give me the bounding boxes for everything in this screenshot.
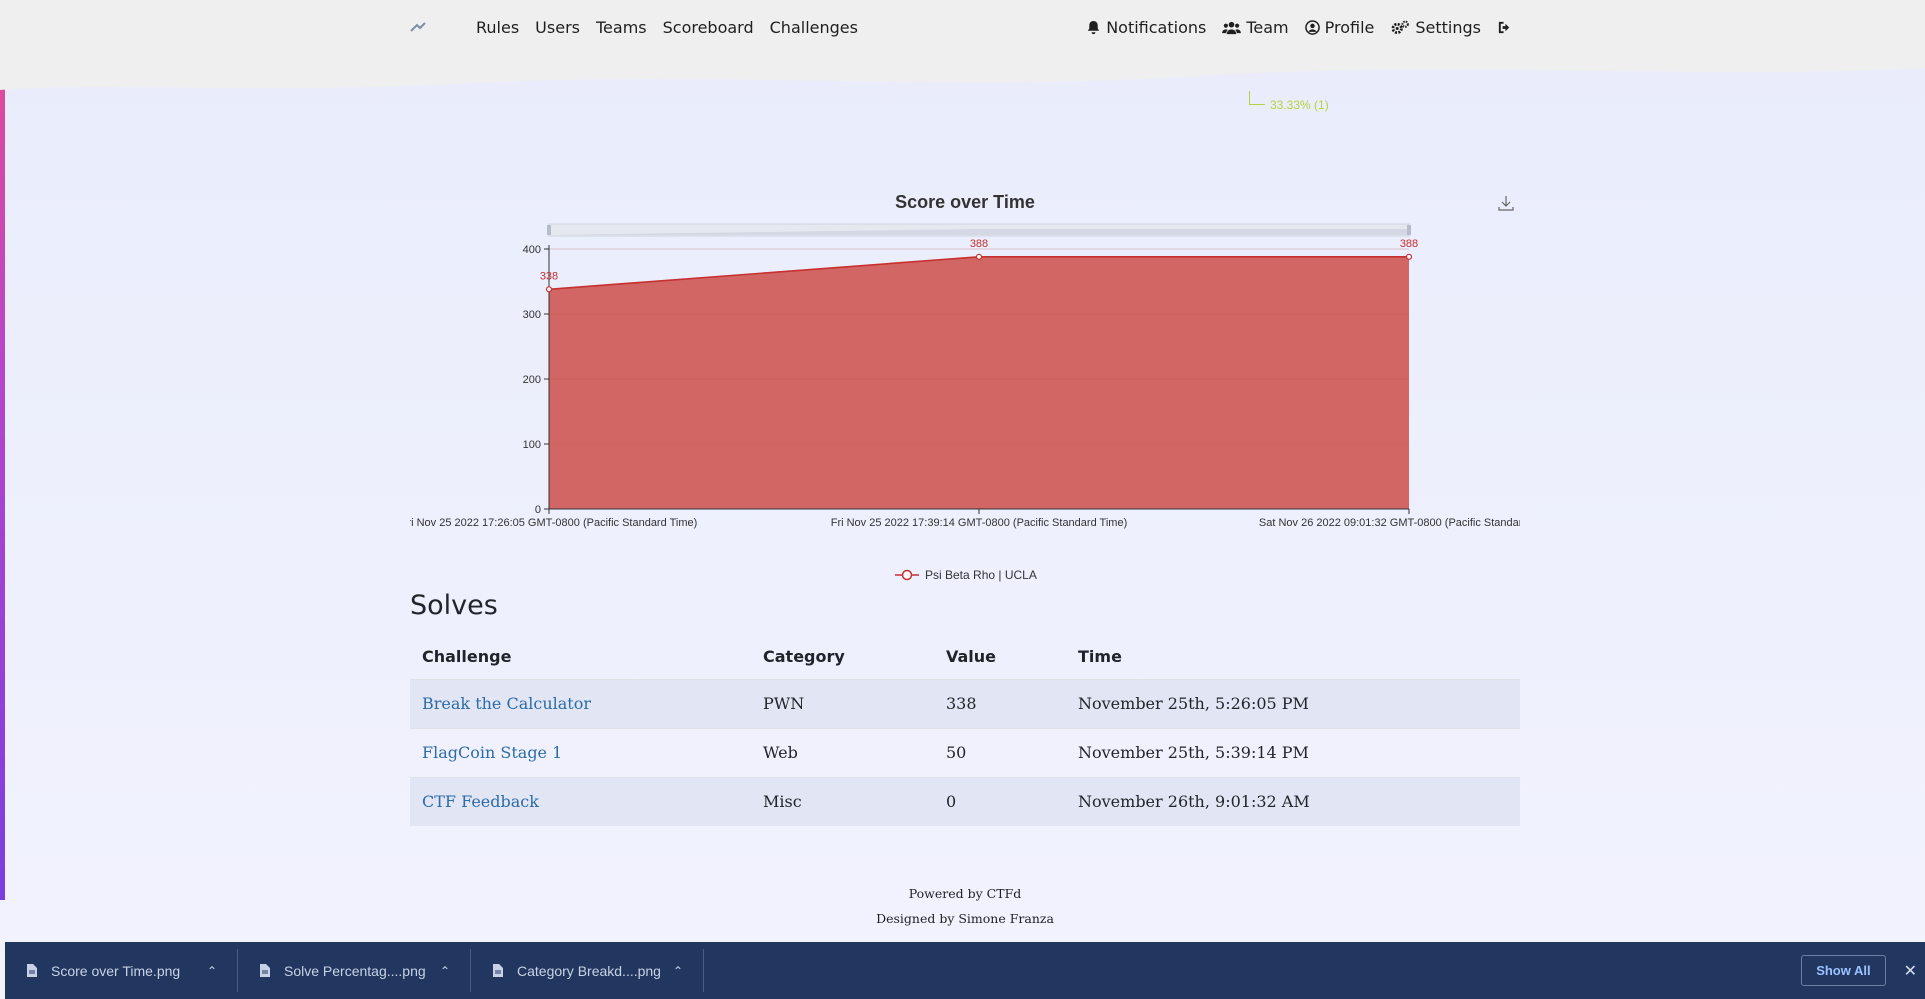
y-tick-label: 0	[535, 504, 541, 516]
table-row: CTF Feedback Misc 0 November 26th, 9:01:…	[410, 776, 1520, 826]
time-cell: November 26th, 9:01:32 AM	[1066, 776, 1520, 826]
nav-logout[interactable]	[1489, 20, 1520, 35]
solves-table: Challenge Category Value Time Break the …	[410, 634, 1520, 826]
chart-canvas: 0 100 200 300 400 338 Fri Nov 25 2022 17:26:05…	[410, 223, 1520, 529]
data-point	[975, 253, 983, 260]
nav-team[interactable]: Team	[1214, 18, 1296, 37]
score-over-time-chart: Score over Time 0 100 200 300 400 338 Fri Nov …	[410, 180, 1520, 590]
download-filename: Solve Percentag....png	[284, 962, 426, 979]
nav-notifications-label: Notifications	[1106, 17, 1207, 37]
challenge-link[interactable]: Break the Calculator	[422, 694, 591, 713]
sign-out-icon	[1498, 21, 1510, 33]
x-tick-label: Fri Nov 25 2022 17:39:14 GMT-0800 (Pacif…	[831, 517, 1128, 529]
file-icon	[493, 964, 503, 977]
legend-label: Psi Beta Rho | UCLA	[925, 568, 1037, 582]
user-circle-icon	[1304, 19, 1320, 35]
chevron-up-icon[interactable]: ⌃	[440, 964, 450, 978]
col-value[interactable]: Value	[934, 634, 1066, 679]
table-header-row: Challenge Category Value Time	[410, 634, 1520, 679]
time-cell: November 25th, 5:26:05 PM	[1066, 678, 1520, 728]
y-tick-label: 400	[523, 244, 541, 256]
left-accent-bar	[0, 0, 5, 900]
users-icon	[1222, 21, 1242, 34]
pie-label-leader-line	[1249, 91, 1265, 105]
pie-slice-label: 33.33% (1)	[1270, 98, 1329, 112]
challenge-link[interactable]: CTF Feedback	[422, 792, 539, 811]
footer-designed-by: Designed by Simone Franza	[876, 911, 1054, 926]
table-row: Break the Calculator PWN 338 November 25…	[410, 678, 1520, 728]
data-point	[545, 286, 553, 293]
time-cell: November 25th, 5:39:14 PM	[1066, 727, 1520, 777]
x-tick-label: Fri Nov 25 2022 17:26:05 GMT-0800 (Pacif…	[410, 517, 697, 529]
nav-team-label: Team	[1246, 17, 1289, 37]
download-filename: Score over Time.png	[51, 962, 181, 979]
close-icon[interactable]: ✕	[1904, 961, 1917, 981]
value-cell: 50	[934, 727, 1066, 777]
download-item[interactable]: Category Breakd....png ⌃	[471, 949, 704, 992]
col-time[interactable]: Time	[1066, 634, 1520, 679]
file-icon	[260, 964, 270, 977]
category-cell: Web	[751, 727, 934, 777]
nav-settings-label: Settings	[1415, 17, 1481, 37]
nav-profile-label: Profile	[1324, 17, 1375, 37]
y-tick-label: 300	[523, 309, 541, 321]
downloads-bar: Score over Time.png ⌃ Solve Percentag...…	[5, 942, 1925, 999]
chevron-up-icon[interactable]: ⌃	[673, 964, 683, 978]
data-label: 388	[1400, 238, 1418, 250]
nav-settings[interactable]: Settings	[1382, 18, 1489, 37]
category-cell: PWN	[751, 678, 934, 728]
chart-legend[interactable]: Psi Beta Rho | UCLA	[895, 568, 1037, 582]
nav-users[interactable]: Users	[527, 18, 588, 37]
download-filename: Category Breakd....png	[517, 962, 661, 979]
nav-notifications[interactable]: Notifications	[1078, 18, 1214, 37]
col-category[interactable]: Category	[751, 634, 934, 679]
gears-icon	[1391, 20, 1410, 34]
data-label: 388	[970, 238, 988, 250]
top-navbar: Rules Users Teams Scoreboard Challenges …	[410, 0, 1520, 54]
nav-challenges[interactable]: Challenges	[762, 18, 866, 37]
challenge-link[interactable]: FlagCoin Stage 1	[422, 743, 562, 762]
series-area	[549, 256, 1409, 509]
nav-teams[interactable]: Teams	[588, 18, 655, 37]
zoom-handle-left	[547, 225, 551, 235]
show-all-button[interactable]: Show All	[1801, 955, 1886, 986]
solves-heading: Solves	[410, 590, 498, 621]
x-tick-label: Sat Nov 26 2022 09:01:32 GMT-0800 (Pacif…	[1259, 517, 1520, 529]
file-icon	[27, 964, 37, 977]
value-cell: 338	[934, 678, 1066, 728]
y-tick-label: 100	[523, 439, 541, 451]
download-item[interactable]: Score over Time.png ⌃	[5, 949, 238, 992]
ctf-logo[interactable]	[410, 17, 450, 37]
download-item[interactable]: Solve Percentag....png ⌃	[238, 949, 471, 992]
bell-icon	[1088, 20, 1100, 34]
y-tick-label: 200	[523, 374, 541, 386]
category-cell: Misc	[751, 776, 934, 826]
logo-icon	[410, 22, 426, 32]
data-label: 338	[540, 270, 558, 282]
legend-marker-icon	[895, 569, 919, 581]
footer-powered-by[interactable]: Powered by CTFd	[410, 886, 1520, 901]
col-challenge[interactable]: Challenge	[410, 634, 751, 679]
zoom-handle-right	[1407, 225, 1411, 235]
nav-scoreboard[interactable]: Scoreboard	[655, 18, 762, 37]
table-row: FlagCoin Stage 1 Web 50 November 25th, 5…	[410, 727, 1520, 777]
chevron-up-icon[interactable]: ⌃	[207, 964, 217, 978]
value-cell: 0	[934, 776, 1066, 826]
nav-profile[interactable]: Profile	[1297, 18, 1383, 37]
nav-rules[interactable]: Rules	[468, 18, 527, 37]
data-point	[1405, 253, 1413, 260]
